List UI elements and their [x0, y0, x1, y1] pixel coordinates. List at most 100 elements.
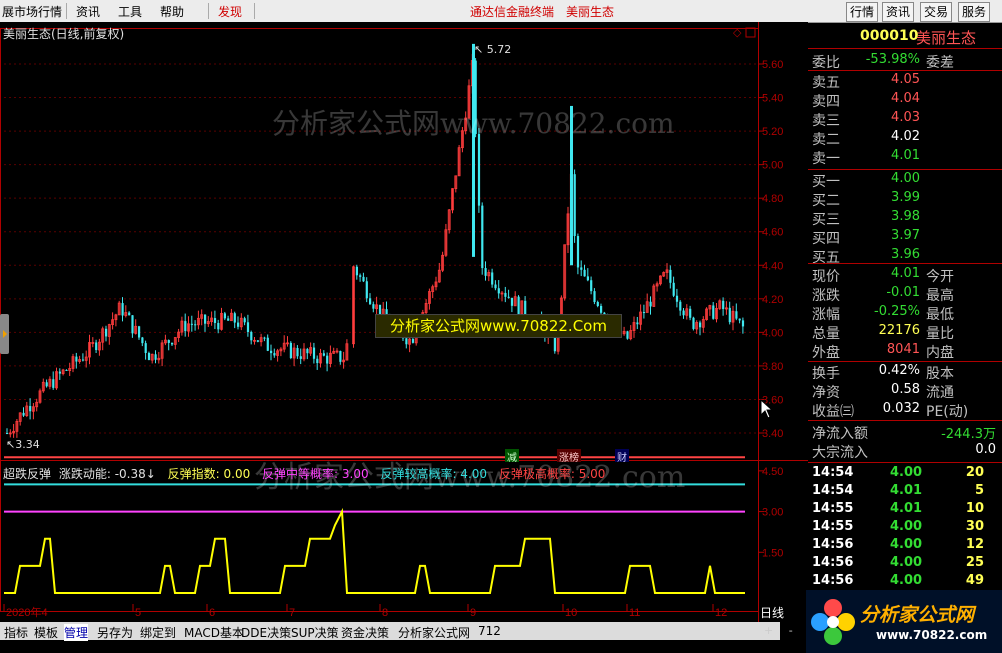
bid-row: 买二 3.99 [808, 190, 1002, 209]
quote-value: 8041 [886, 342, 920, 357]
quote-label: 买五 [812, 250, 840, 266]
service-button[interactable]: 服务 [958, 2, 990, 22]
quote-value: 4.01 [891, 266, 920, 281]
flow-label: 大宗流入 [812, 445, 868, 461]
trade-time: 14:54 [812, 483, 854, 498]
trade-time: 14:56 [812, 573, 854, 588]
candle-body [636, 322, 639, 325]
site-logo: 分析家公式网 www.70822.com [806, 590, 1002, 653]
stat-row: 总量 22176 量比 [808, 323, 1002, 342]
candle-body [596, 302, 599, 306]
candle-body [738, 318, 741, 321]
candle-body [289, 342, 292, 359]
menu-discover[interactable]: 发现 [218, 3, 242, 20]
quote-value: 0.42% [878, 363, 920, 378]
tab-indicator[interactable]: 指标 [4, 624, 28, 641]
logo-url: www.70822.com [876, 628, 988, 642]
tab-dde[interactable]: DDE决策 [241, 624, 291, 641]
candle-body [494, 284, 497, 289]
indicator-value: 反弹极高概率: 5.00 [498, 467, 606, 481]
quote-label: 总量 [812, 326, 840, 342]
stat-row: 净资 0.58 流通 [808, 382, 1002, 401]
tab-macd[interactable]: MACD基本 [184, 624, 244, 641]
quote-label: 卖二 [812, 132, 840, 148]
candle-body [306, 349, 309, 354]
candle-body [263, 337, 266, 339]
trade-volume: 5 [974, 483, 984, 498]
bottom-tab-bar: 指标 模板 管理 另存为 绑定到 MACD基本 DDE决策 SUP决策 资金决策… [0, 622, 780, 641]
flow-row: 净流入额 -244.3万 [808, 423, 1002, 442]
quote-button[interactable]: 行情 [846, 2, 878, 22]
candle-body [372, 304, 375, 309]
candle-body [369, 298, 372, 305]
diamond-icon[interactable]: ◇ [733, 26, 742, 39]
candle-body [22, 412, 25, 416]
indicator-name[interactable]: 超跌反弹 [3, 467, 51, 481]
quote-value: 4.02 [891, 129, 920, 144]
tab-template[interactable]: 模板 [34, 624, 58, 641]
trade-time: 14:56 [812, 555, 854, 570]
event-marker[interactable]: 涨榜 [557, 449, 581, 464]
price-tick-label: 4.20 [762, 294, 783, 306]
candle-body [105, 328, 108, 337]
ask-row: 卖二 4.02 [808, 129, 1002, 148]
quote-label: 今开 [926, 269, 954, 285]
candle-body [672, 282, 675, 296]
quote-label: 买三 [812, 212, 840, 228]
menu-market[interactable]: 展市场行情 [2, 3, 62, 20]
candle-body [246, 322, 250, 332]
period-label[interactable]: 日线 [760, 604, 808, 622]
candle-body [81, 359, 85, 361]
tab-manage[interactable]: 管理 [64, 624, 89, 641]
quote-value: 0.58 [891, 382, 920, 397]
candle-body [128, 312, 131, 316]
candle-body [312, 347, 316, 359]
candle-body [256, 340, 259, 342]
candle-body [590, 280, 593, 292]
promo-banner[interactable]: 分析家公式网www.70822.Com [375, 314, 622, 338]
mouse-cursor-icon [760, 399, 774, 419]
candle-body [204, 314, 207, 324]
tab-fxj[interactable]: 分析家公式网 [398, 624, 470, 641]
divider [808, 420, 1002, 421]
trade-row: 14:56 4.00 12 [808, 537, 1002, 555]
tab-bind-to[interactable]: 绑定到 [140, 624, 176, 641]
menu-tools[interactable]: 工具 [118, 3, 142, 20]
candle-body [190, 323, 193, 325]
candle-body [138, 326, 141, 338]
news-button[interactable]: 资讯 [882, 2, 914, 22]
tab-save-as[interactable]: 另存为 [97, 624, 133, 641]
weibi-row: 委比 -53.98% 委差 [808, 52, 1002, 71]
quote-value: -0.25% [874, 304, 920, 319]
quote-label: 量比 [926, 326, 954, 342]
price-tick-label: 5.40 [762, 93, 783, 105]
menu-news[interactable]: 资讯 [76, 3, 100, 20]
quote-label: 内盘 [926, 345, 954, 361]
trade-button[interactable]: 交易 [920, 2, 952, 22]
flow-value: 0.0 [975, 442, 996, 457]
event-marker[interactable]: 财 [615, 449, 629, 464]
price-tick-label: 5.60 [762, 59, 783, 71]
menu-divider [254, 3, 255, 19]
quote-value: 4.00 [891, 171, 920, 186]
candle-body [223, 313, 226, 319]
menu-help[interactable]: 帮助 [160, 3, 184, 20]
quote-label: 外盘 [812, 345, 840, 361]
candle-body [75, 356, 78, 362]
tab-sup[interactable]: SUP决策 [291, 624, 339, 641]
stock-name: 美丽生态 [916, 29, 977, 47]
candle-body [411, 339, 415, 343]
x-tick-label: 11 [629, 607, 640, 619]
candle-body [52, 379, 55, 388]
candle-body [497, 288, 500, 294]
candle-body [194, 324, 197, 326]
tab-fund[interactable]: 资金决策 [341, 624, 389, 641]
trade-price: 4.00 [890, 537, 923, 552]
candle-body [699, 322, 702, 328]
event-marker[interactable]: 减 [505, 449, 519, 464]
candle-body [586, 276, 589, 281]
x-tick-label: 9 [470, 607, 476, 619]
tab-712[interactable]: 712 [478, 624, 501, 638]
quote-label: 买四 [812, 231, 840, 247]
quote-value: 4.05 [891, 72, 920, 87]
